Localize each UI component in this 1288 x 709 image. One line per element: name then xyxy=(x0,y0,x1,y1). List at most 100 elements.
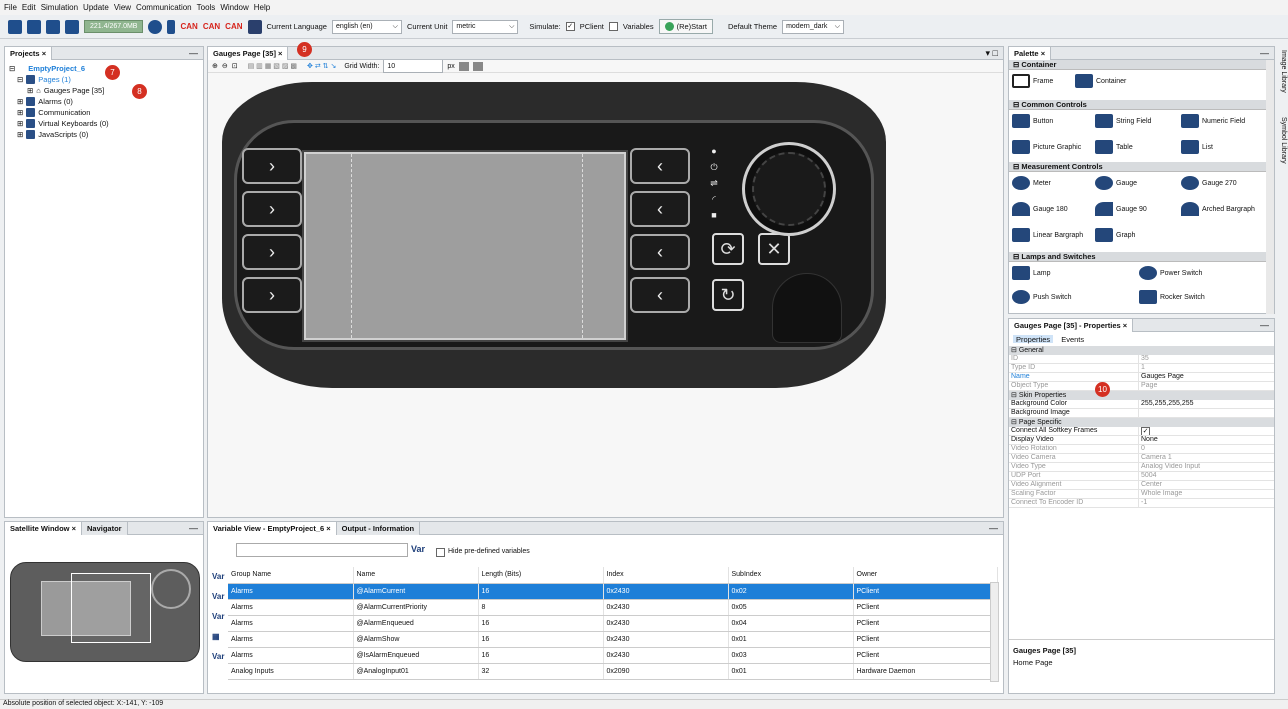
table-row[interactable]: Analog Inputs @AnalogInput01 32 0x2090 0x01 H… xyxy=(228,663,998,680)
palette-picture-graphic[interactable]: Picture Graphic xyxy=(1012,140,1081,154)
connect-softkeys-checkbox[interactable]: ✓ xyxy=(1141,427,1150,435)
palette-numeric-field[interactable]: Numeric Field xyxy=(1181,114,1245,128)
tab-properties-panel[interactable]: Gauges Page [35] - Properties × xyxy=(1009,318,1134,332)
menu-file[interactable]: File xyxy=(4,3,17,12)
zoom-out-icon[interactable]: ⊖ xyxy=(222,62,228,70)
prop-value[interactable]: 255,255,255,255 xyxy=(1139,400,1274,408)
checkmark-tool-icon[interactable] xyxy=(247,19,262,34)
prop-row[interactable]: ID 35 xyxy=(1009,355,1274,364)
section-skin[interactable]: ⊟ Skin Properties xyxy=(1009,391,1274,400)
table-variable-icon[interactable]: ▦ xyxy=(212,627,226,647)
menu-view[interactable]: View xyxy=(114,3,131,12)
expand-icon[interactable]: ⊞ xyxy=(17,97,23,106)
tab-output[interactable]: Output - Information xyxy=(336,521,421,535)
save-icon[interactable] xyxy=(46,19,60,34)
rotate-icon[interactable]: ⟳ xyxy=(712,233,744,265)
owner-select[interactable]: PClient xyxy=(853,583,998,600)
col-name[interactable]: Name xyxy=(353,567,479,584)
view-variable-icon[interactable]: Var xyxy=(212,607,226,627)
palette-arched-bargraph[interactable]: Arched Bargraph xyxy=(1181,202,1255,216)
can-button-1[interactable]: CAN xyxy=(180,22,197,31)
minimize-icon[interactable]: — xyxy=(1260,320,1269,330)
snap-toggle-icon[interactable] xyxy=(472,61,483,71)
softkey-right-3[interactable]: ‹ xyxy=(630,234,690,270)
tree-item-pages[interactable]: ⊟ Pages (1) xyxy=(9,74,199,85)
unit-select[interactable]: metric ⌵ xyxy=(452,19,519,34)
satellite-preview[interactable] xyxy=(10,562,200,662)
device-icon[interactable] xyxy=(167,19,176,34)
table-row[interactable]: Alarms @AlarmEnqueued 16 0x2430 0x04 PClient xyxy=(228,615,998,632)
garbage-collect-icon[interactable] xyxy=(148,19,163,34)
col-group[interactable]: Group Name xyxy=(228,567,354,584)
softkey-left-1[interactable]: › xyxy=(242,148,302,184)
tab-satellite[interactable]: Satellite Window × xyxy=(5,521,82,535)
prop-row[interactable]: Object Type Page xyxy=(1009,382,1274,391)
prop-row[interactable]: Background Color 255,255,255,255 xyxy=(1009,400,1274,409)
menu-update[interactable]: Update xyxy=(83,3,109,12)
minimize-icon[interactable]: — xyxy=(189,523,198,533)
minimize-icon[interactable]: — xyxy=(189,48,198,58)
owner-select[interactable]: PClient xyxy=(853,647,998,664)
tree-item-virtual-keyboards[interactable]: ⊞ Virtual Keyboards (0) xyxy=(9,118,199,129)
palette-table[interactable]: Table xyxy=(1095,140,1133,154)
section-page-specific[interactable]: ⊟ Page Specific xyxy=(1009,418,1274,427)
tab-navigator[interactable]: Navigator xyxy=(82,521,128,535)
open-folder-icon[interactable] xyxy=(27,19,41,34)
owner-select[interactable]: PClient xyxy=(853,631,998,648)
prop-row[interactable]: Video Alignment Center xyxy=(1009,481,1274,490)
grid-width-input[interactable]: 10 xyxy=(383,59,444,73)
palette-power-switch[interactable]: Power Switch xyxy=(1139,266,1202,280)
palette-linear-bargraph[interactable]: Linear Bargraph xyxy=(1012,228,1083,242)
palette-gauge-180[interactable]: Gauge 180 xyxy=(1012,202,1068,216)
add-variable-icon[interactable]: Var xyxy=(212,567,226,587)
device-screen[interactable] xyxy=(302,150,628,342)
prop-row[interactable]: Connect To Encoder ID -1 xyxy=(1009,499,1274,508)
prop-value[interactable]: ✓ xyxy=(1139,427,1274,435)
device-preview[interactable]: › › › › ‹ ‹ ‹ ‹ ⟳ ✕ ↻ ● ⏻ ⇌ ◜ ■ xyxy=(222,82,886,388)
menu-help[interactable]: Help xyxy=(254,3,270,12)
palette-string-field[interactable]: String Field xyxy=(1095,114,1151,128)
tab-symbol-library[interactable]: Symbol Library xyxy=(1280,117,1287,164)
zoom-in-icon[interactable]: ⊕ xyxy=(212,62,218,70)
menu-simulation[interactable]: Simulation xyxy=(41,3,78,12)
cross-icon[interactable]: ✕ xyxy=(758,233,790,265)
palette-scrollbar[interactable] xyxy=(1266,60,1274,314)
owner-select[interactable]: PClient xyxy=(853,599,998,616)
section-measurement-controls[interactable]: ⊟ Measurement Controls xyxy=(1009,162,1266,172)
palette-frame[interactable]: Frame xyxy=(1012,74,1053,88)
theme-select[interactable]: modern_dark ⌵ xyxy=(782,19,845,34)
palette-button[interactable]: Button xyxy=(1012,114,1053,128)
remove-variable-icon[interactable]: Var xyxy=(212,587,226,607)
pclient-checkbox[interactable]: ✓ xyxy=(565,22,575,31)
palette-gauge[interactable]: Gauge xyxy=(1095,176,1137,190)
section-common-controls[interactable]: ⊟ Common Controls xyxy=(1009,100,1266,110)
menu-tools[interactable]: Tools xyxy=(197,3,216,12)
restart-button[interactable]: (Re)Start xyxy=(658,19,714,34)
prop-row[interactable]: Video Camera Camera 1 xyxy=(1009,454,1274,463)
col-index[interactable]: Index xyxy=(603,567,729,584)
palette-list[interactable]: List xyxy=(1181,140,1213,154)
prop-row[interactable]: Name Gauges Page xyxy=(1009,373,1274,382)
palette-meter[interactable]: Meter xyxy=(1012,176,1051,190)
section-lamps-switches[interactable]: ⊟ Lamps and Switches xyxy=(1009,252,1266,262)
section-container[interactable]: ⊟ Container xyxy=(1009,60,1266,70)
subtab-properties[interactable]: Properties xyxy=(1013,335,1054,344)
memory-indicator[interactable]: 221.4/267.0MB xyxy=(84,20,144,33)
refresh-icon[interactable]: ↻ xyxy=(712,279,744,311)
menu-edit[interactable]: Edit xyxy=(22,3,36,12)
minimize-icon[interactable]: — xyxy=(989,523,998,533)
tree-item-alarms[interactable]: ⊞ Alarms (0) xyxy=(9,96,199,107)
arrange-icons[interactable]: ✥ ⇄ ⇅ ↘ xyxy=(307,62,336,70)
softkey-left-2[interactable]: › xyxy=(242,191,302,227)
col-subindex[interactable]: SubIndex xyxy=(728,567,854,584)
new-project-icon[interactable] xyxy=(8,19,22,34)
col-owner[interactable]: Owner xyxy=(853,567,998,584)
edit-variable-icon[interactable]: Var xyxy=(212,647,226,667)
prop-row[interactable]: UDP Port 5004 xyxy=(1009,472,1274,481)
prop-value[interactable] xyxy=(1139,409,1274,417)
prop-row[interactable]: Type ID 1 xyxy=(1009,364,1274,373)
page-canvas[interactable] xyxy=(304,152,626,340)
grid-toggle-icon[interactable] xyxy=(458,61,469,71)
prop-value[interactable]: None xyxy=(1139,436,1274,444)
section-general[interactable]: ⊟ General xyxy=(1009,346,1274,355)
